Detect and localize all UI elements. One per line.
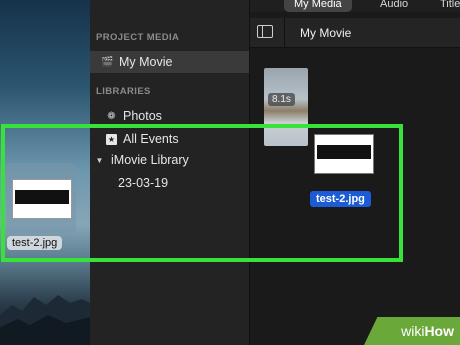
sidebar-toggle-icon[interactable] <box>257 25 273 38</box>
clapperboard-icon: 🎬 <box>101 56 114 68</box>
tab-my-media[interactable]: My Media <box>284 0 352 12</box>
browser-header: My Movie <box>250 18 460 48</box>
drag-highlight-box <box>1 124 403 262</box>
watermark-text: wikiHow <box>401 323 454 339</box>
sidebar-item-my-movie[interactable]: 🎬 My Movie <box>90 51 249 73</box>
browser-title: My Movie <box>300 26 352 40</box>
photos-flower-icon: ❁ <box>107 110 116 122</box>
project-media-header: PROJECT MEDIA <box>96 32 180 43</box>
sidebar-item-label: Photos <box>123 109 162 123</box>
sidebar-item-label: My Movie <box>119 55 173 69</box>
sidebar-item-photos[interactable]: ❁ Photos <box>106 109 162 123</box>
wikihow-watermark: wikiHow <box>364 317 460 345</box>
divider <box>284 18 285 48</box>
mountains-graphic <box>0 295 90 345</box>
tab-titles[interactable]: Title <box>430 0 460 12</box>
media-tab-bar: My Media Audio Title <box>250 0 460 12</box>
libraries-header: LIBRARIES <box>96 86 151 97</box>
clip-duration-badge: 8.1s <box>268 93 295 106</box>
tab-audio[interactable]: Audio <box>370 0 418 12</box>
